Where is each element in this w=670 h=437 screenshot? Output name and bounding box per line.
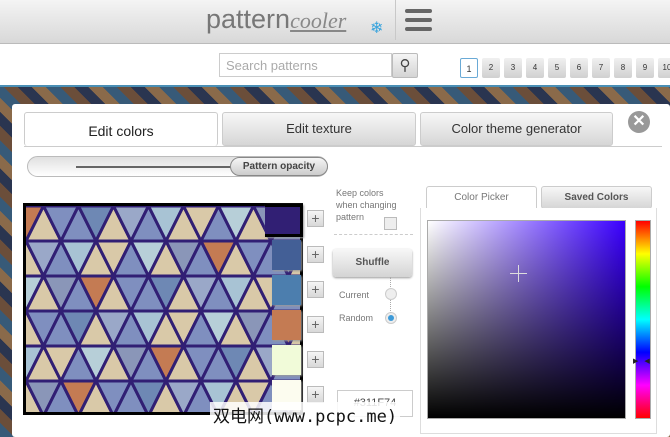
hue-handle-icon[interactable]: ▶◀ <box>633 357 655 365</box>
site-header: patterncooler ❄ <box>0 0 670 44</box>
pattern-svg <box>26 206 300 412</box>
page-button-8[interactable]: 8 <box>614 58 632 78</box>
tab-edit-colors[interactable]: Edit colors <box>24 112 218 146</box>
plus-icon[interactable]: + <box>307 246 324 263</box>
slider-handle[interactable]: Pattern opacity <box>230 157 328 176</box>
logo[interactable]: patterncooler <box>206 4 346 35</box>
hue-slider[interactable]: ▶◀ <box>633 220 651 419</box>
tab-color-picker[interactable]: Color Picker <box>426 186 537 210</box>
shuffle-button[interactable]: Shuffle <box>333 249 412 277</box>
divider <box>395 0 396 40</box>
plus-icon[interactable]: + <box>307 210 324 227</box>
page-button-1[interactable]: 1 <box>460 58 478 78</box>
plus-icon[interactable]: + <box>307 351 324 368</box>
plus-icon[interactable]: + <box>307 316 324 333</box>
slider-track <box>76 166 236 168</box>
hamburger-icon[interactable] <box>405 9 432 36</box>
close-icon[interactable]: ✕ <box>628 111 650 133</box>
search-icon: ⚲ <box>399 57 411 74</box>
page-button-7[interactable]: 7 <box>592 58 610 78</box>
page-button-9[interactable]: 9 <box>636 58 654 78</box>
pattern-preview <box>23 203 303 415</box>
divider <box>334 234 413 235</box>
page-button-10[interactable]: 10 <box>658 58 670 78</box>
pattern-opacity-slider[interactable]: Pattern opacity <box>27 156 328 177</box>
tab-edit-texture[interactable]: Edit texture <box>222 112 416 146</box>
page-button-4[interactable]: 4 <box>526 58 544 78</box>
keep-colors-checkbox[interactable] <box>384 217 397 230</box>
divider <box>24 146 662 147</box>
current-radio[interactable] <box>385 288 397 300</box>
search-button[interactable]: ⚲ <box>392 53 418 78</box>
current-label: Current <box>339 290 370 300</box>
color-swatch[interactable] <box>272 275 301 305</box>
tab-saved-colors[interactable]: Saved Colors <box>541 186 652 209</box>
page-button-5[interactable]: 5 <box>548 58 566 78</box>
snowflake-icon: ❄ <box>370 20 384 37</box>
color-swatch[interactable] <box>272 310 301 340</box>
color-swatch[interactable] <box>265 204 303 237</box>
random-label: Random <box>339 313 374 323</box>
edit-modal: Edit colors Edit texture Color theme gen… <box>12 104 670 437</box>
tab-color-theme-generator[interactable]: Color theme generator <box>420 112 613 146</box>
page-button-2[interactable]: 2 <box>482 58 500 78</box>
page-button-3[interactable]: 3 <box>504 58 522 78</box>
saturation-value-picker[interactable] <box>427 220 626 419</box>
pagination: 1 2 3 4 5 6 7 8 9 10 <box>460 58 670 78</box>
plus-icon[interactable]: + <box>307 386 324 403</box>
watermark: 双电网(www.pcpc.me) <box>210 402 401 427</box>
plus-icon[interactable]: + <box>307 281 324 298</box>
color-swatch[interactable] <box>272 240 301 270</box>
color-swatch[interactable] <box>272 345 301 375</box>
page-button-6[interactable]: 6 <box>570 58 588 78</box>
random-radio[interactable] <box>385 312 397 324</box>
search-input[interactable]: Search patterns <box>219 53 392 77</box>
crosshair-icon[interactable] <box>510 265 527 282</box>
